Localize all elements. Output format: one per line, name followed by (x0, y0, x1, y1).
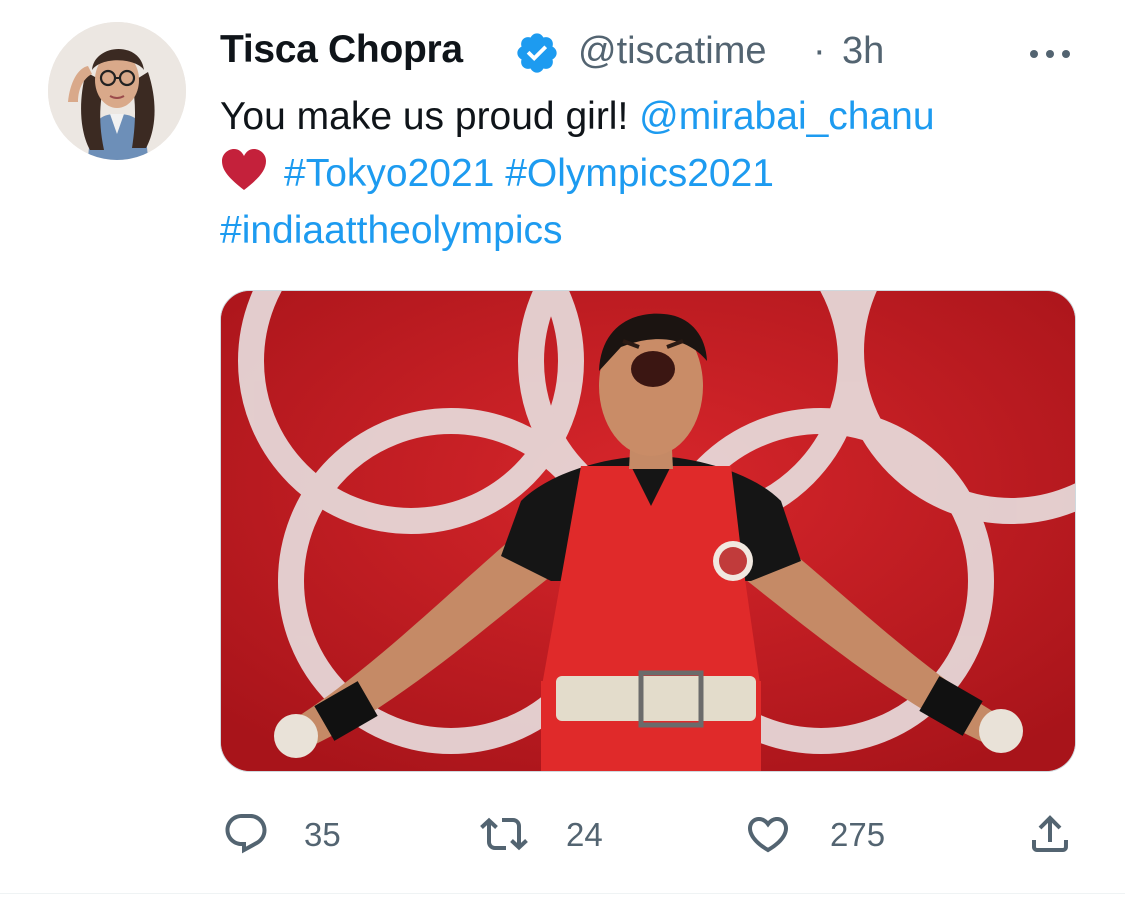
share-button[interactable] (1024, 806, 1080, 866)
meta-separator: · (813, 30, 826, 72)
more-options-icon[interactable] (1025, 32, 1075, 72)
reply-icon (225, 814, 267, 854)
mention-link[interactable]: @mirabai_chanu (639, 95, 934, 138)
verified-badge-icon (514, 30, 560, 76)
reply-button[interactable]: 35 (220, 806, 360, 866)
retweet-count: 24 (566, 816, 603, 853)
avatar[interactable] (48, 22, 186, 160)
red-heart-emoji-icon (220, 148, 268, 192)
tweet-media-photo[interactable] (220, 290, 1076, 772)
tweet-action-bar: 35 24 275 (220, 806, 1080, 866)
photo-image (221, 291, 1075, 771)
tweet-divider (0, 893, 1125, 894)
like-count: 275 (830, 816, 886, 853)
reply-count: 35 (304, 816, 341, 853)
tweet[interactable]: Tisca Chopra @tiscatime · 3h You make us… (0, 0, 1125, 898)
avatar-image (48, 22, 186, 160)
author-display-name[interactable]: Tisca Chopra (220, 28, 463, 72)
retweet-button[interactable]: 24 (478, 806, 618, 866)
like-heart-icon (747, 817, 789, 853)
hashtag-olympics2021[interactable]: #Olympics2021 (505, 152, 774, 195)
hashtag-tokyo2021[interactable]: #Tokyo2021 (284, 152, 494, 195)
share-icon (1032, 815, 1068, 852)
retweet-icon (480, 817, 528, 851)
hashtag-indiaattheolympics[interactable]: #indiaattheolympics (220, 209, 563, 252)
tweet-header: Tisca Chopra @tiscatime · 3h (220, 26, 1125, 78)
author-handle[interactable]: @tiscatime (578, 30, 767, 73)
tweet-text-plain: You make us proud girl! (220, 95, 640, 138)
like-button[interactable]: 275 (744, 806, 904, 866)
tweet-timestamp[interactable]: 3h (842, 30, 884, 73)
